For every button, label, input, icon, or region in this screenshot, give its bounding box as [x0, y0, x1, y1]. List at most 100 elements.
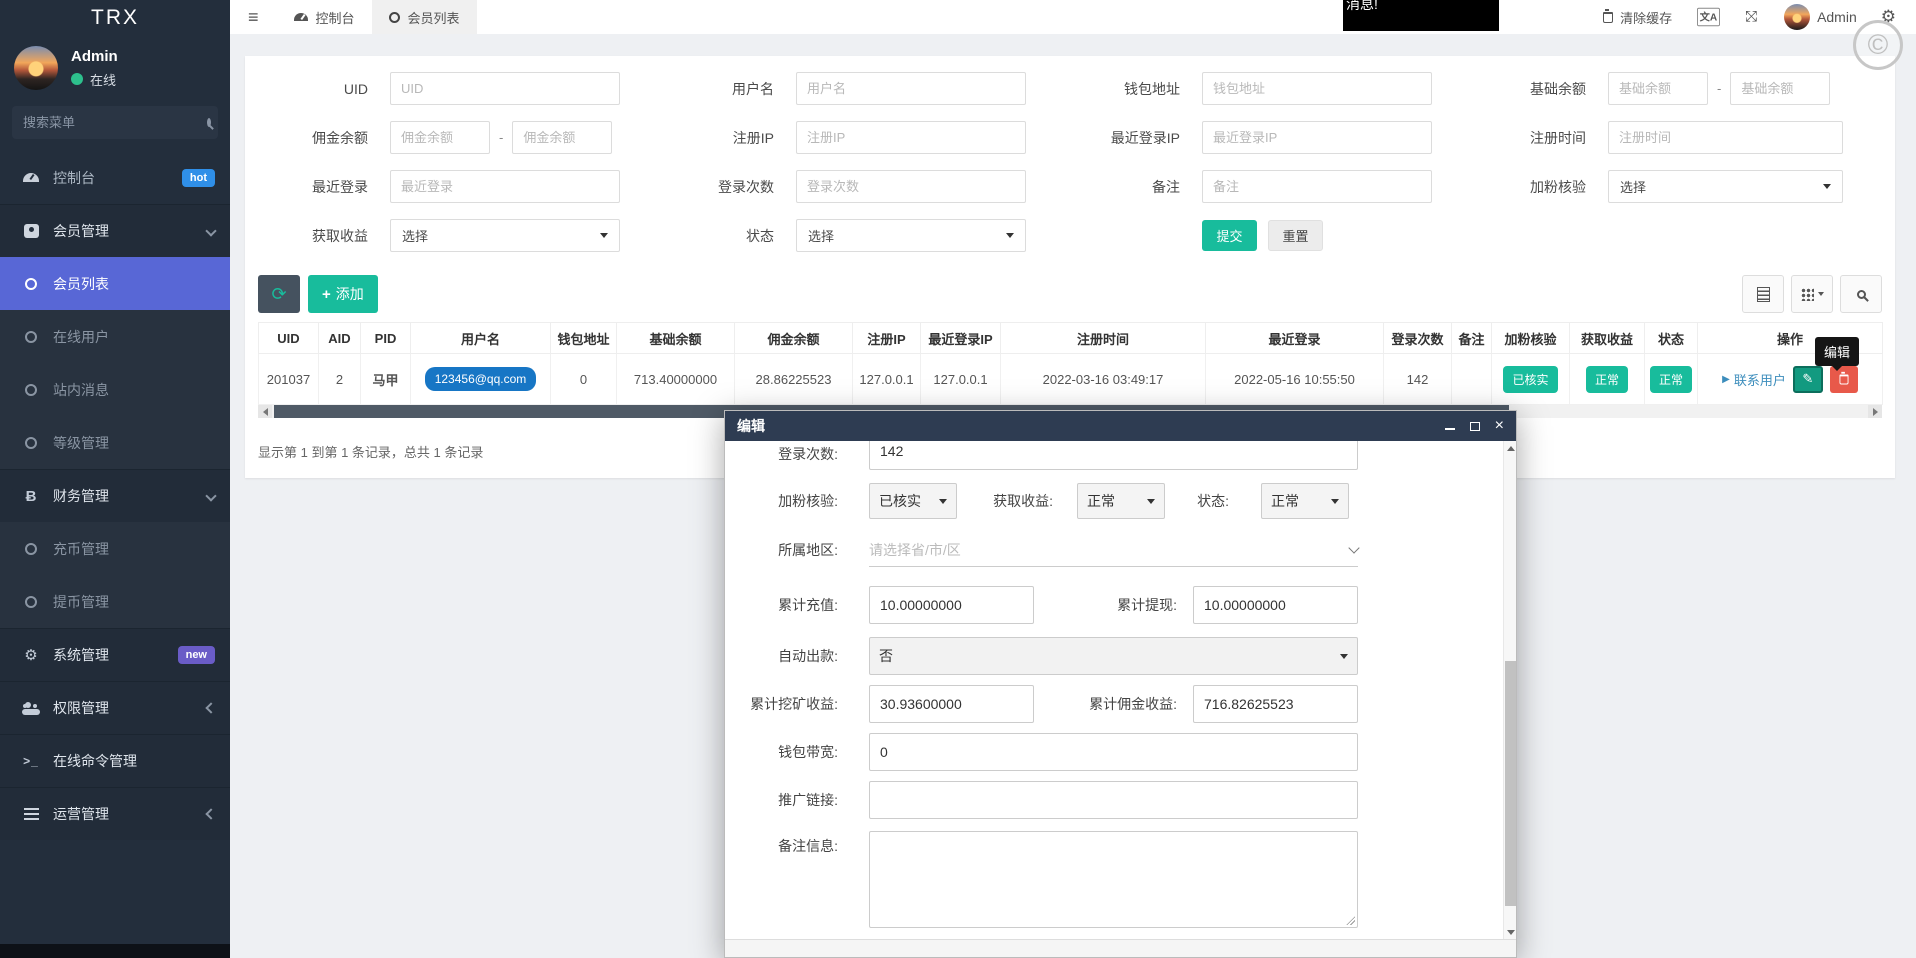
col-header[interactable]: 获取收益: [1570, 323, 1645, 354]
col-header[interactable]: 状态: [1645, 323, 1698, 354]
col-header[interactable]: 登录次数: [1384, 323, 1452, 354]
col-header[interactable]: 最近登录: [1206, 323, 1384, 354]
reg-time-input[interactable]: [1608, 121, 1843, 154]
commission-balance-min-input[interactable]: [390, 121, 490, 154]
col-header[interactable]: 基础余额: [617, 323, 735, 354]
submit-button[interactable]: 提交: [1202, 220, 1257, 251]
clear-cache-label: 清除缓存: [1620, 8, 1672, 27]
status-select[interactable]: 选择: [796, 219, 1026, 252]
sidebar-item-site-messages[interactable]: 站内消息: [0, 363, 230, 416]
arrow-left-icon: [263, 408, 268, 416]
modal-label-promo-link: 推广链接:: [725, 781, 838, 819]
uid-input[interactable]: [390, 72, 620, 105]
modal-status-select[interactable]: 正常: [1261, 483, 1349, 519]
modal-login-count-input[interactable]: [869, 441, 1358, 470]
minimize-icon[interactable]: [1445, 428, 1455, 430]
wallet-address-input[interactable]: [1202, 72, 1432, 105]
modal-titlebar[interactable]: 编辑 ×: [725, 411, 1516, 441]
table-search-button[interactable]: [1840, 275, 1882, 313]
menu-search-input[interactable]: [23, 115, 199, 130]
modal-total-withdraw-input[interactable]: [1193, 586, 1358, 624]
modal-promo-link-input[interactable]: [869, 781, 1358, 819]
modal-remark-textarea[interactable]: [869, 831, 1358, 928]
sidebar-item-withdraw-mgmt[interactable]: 提币管理: [0, 575, 230, 628]
menu-search-box[interactable]: [12, 106, 218, 139]
status-badge[interactable]: 正常: [1650, 366, 1692, 393]
col-header[interactable]: PID: [361, 323, 411, 354]
modal-wallet-bandwidth-input[interactable]: [869, 733, 1358, 771]
col-header[interactable]: 注册IP: [853, 323, 921, 354]
sidebar-item-online-command[interactable]: >_ 在线命令管理: [0, 734, 230, 787]
base-balance-min-input[interactable]: [1608, 72, 1708, 105]
cell-base-balance: 713.40000000: [617, 354, 735, 405]
reg-ip-input[interactable]: [796, 121, 1026, 154]
remark-input[interactable]: [1202, 170, 1432, 203]
col-header[interactable]: UID: [259, 323, 319, 354]
col-header[interactable]: AID: [319, 323, 361, 354]
sidebar-item-system-mgmt[interactable]: ⚙ 系统管理 new: [0, 628, 230, 681]
modal-total-commission-input[interactable]: [1193, 685, 1358, 723]
earn-income-select[interactable]: 选择: [390, 219, 620, 252]
modal-scrollbar[interactable]: [1503, 441, 1516, 939]
fullscreen-button[interactable]: ⤢ ⤡: [1745, 10, 1760, 25]
modal-region-select[interactable]: 请选择省/市/区: [869, 533, 1358, 567]
last-login-input[interactable]: [390, 170, 620, 203]
notification-toast[interactable]: 消息!: [1343, 0, 1499, 31]
fans-verify-badge[interactable]: 已核实: [1503, 366, 1557, 393]
sidebar-item-deposit-mgmt[interactable]: 充币管理: [0, 522, 230, 575]
scrollbar-thumb[interactable]: [1505, 661, 1516, 906]
sidebar-item-dashboard[interactable]: 控制台 hot: [0, 151, 230, 204]
user-menu[interactable]: Admin: [1784, 4, 1857, 30]
fans-verify-select[interactable]: 选择: [1608, 170, 1843, 203]
col-header[interactable]: 用户名: [411, 323, 551, 354]
modal-total-mining-input[interactable]: [869, 685, 1034, 723]
username-input[interactable]: [796, 72, 1026, 105]
toggle-view-button[interactable]: [1742, 275, 1784, 313]
scroll-right-button[interactable]: [1868, 405, 1882, 418]
sidebar-item-label: 控制台: [53, 168, 95, 188]
hamburger-menu-button[interactable]: ≡: [230, 0, 277, 34]
col-header[interactable]: 加粉核验: [1492, 323, 1570, 354]
sidebar-item-member-group[interactable]: 会员管理: [0, 204, 230, 257]
modal-auto-payout-select[interactable]: 否: [869, 637, 1358, 675]
reset-button[interactable]: 重置: [1268, 220, 1323, 251]
sidebar-item-operation-mgmt[interactable]: 运营管理: [0, 787, 230, 840]
col-header[interactable]: 备注: [1452, 323, 1492, 354]
close-icon[interactable]: ×: [1495, 418, 1504, 434]
chevron-left-icon: [205, 808, 216, 819]
col-header[interactable]: 最近登录IP: [921, 323, 1001, 354]
maximize-icon[interactable]: [1470, 422, 1480, 431]
sidebar-item-level-mgmt[interactable]: 等级管理: [0, 416, 230, 469]
sidebar-item-member-list[interactable]: 会员列表: [0, 257, 230, 310]
col-header[interactable]: 钱包地址: [551, 323, 617, 354]
avatar[interactable]: [14, 46, 58, 90]
tab-dashboard[interactable]: 控制台: [277, 0, 372, 34]
last-login-ip-input[interactable]: [1202, 121, 1432, 154]
scroll-up-button[interactable]: [1504, 441, 1516, 455]
col-header[interactable]: 佣金余额: [735, 323, 853, 354]
filter-label-wallet: 钱包地址: [1070, 79, 1202, 99]
scroll-down-button[interactable]: [1504, 925, 1516, 939]
resize-grip-icon[interactable]: [1346, 916, 1355, 925]
login-count-input[interactable]: [796, 170, 1026, 203]
clear-cache-button[interactable]: 清除缓存: [1603, 8, 1672, 27]
commission-balance-max-input[interactable]: [512, 121, 612, 154]
columns-button[interactable]: [1791, 275, 1833, 313]
tab-member-list[interactable]: 会员列表: [372, 0, 477, 34]
username-badge[interactable]: 123456@qq.com: [425, 367, 537, 391]
base-balance-max-input[interactable]: [1730, 72, 1830, 105]
modal-total-recharge-input[interactable]: [869, 586, 1034, 624]
contact-user-link[interactable]: ▶ 联系用户: [1722, 370, 1786, 389]
sidebar-item-finance-group[interactable]: Ƀ 财务管理: [0, 469, 230, 522]
sidebar-item-online-users[interactable]: 在线用户: [0, 310, 230, 363]
scroll-left-button[interactable]: [258, 405, 272, 418]
add-button[interactable]: + 添加: [308, 275, 378, 313]
filter-label-earn-income: 获取收益: [258, 226, 390, 246]
col-header[interactable]: 注册时间: [1001, 323, 1206, 354]
refresh-button[interactable]: ⟳: [258, 275, 300, 313]
earn-income-badge[interactable]: 正常: [1586, 366, 1628, 393]
pencil-icon: ✎: [1802, 371, 1813, 387]
edit-row-button[interactable]: ✎: [1793, 366, 1823, 393]
sidebar-item-permission-mgmt[interactable]: 权限管理: [0, 681, 230, 734]
translate-button[interactable]: 文A: [1697, 8, 1720, 26]
